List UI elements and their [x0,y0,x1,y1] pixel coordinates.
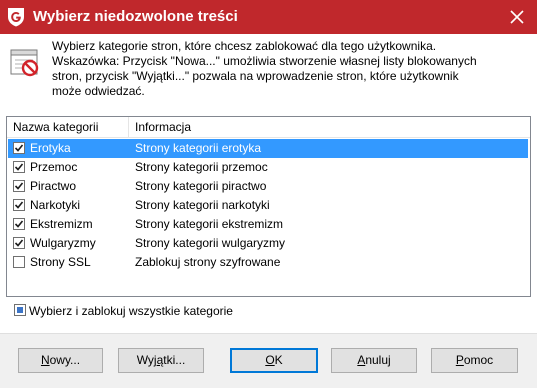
close-icon [510,10,524,24]
category-checkbox[interactable] [13,161,25,173]
ok-button-label: K [274,353,283,367]
new-button-label: owy... [49,353,81,367]
cancel-button-label: nuluj [365,353,391,367]
new-button[interactable]: Nowy... [18,348,103,373]
blocked-page-icon [10,47,40,77]
category-info: Strony kategorii ekstremizm [135,217,284,231]
category-checkbox[interactable] [13,180,25,192]
category-info: Strony kategorii erotyka [135,141,262,155]
select-all-box[interactable] [14,304,26,316]
category-checkbox[interactable] [13,256,25,268]
window-title: Wybierz niedozwolone treści [33,8,238,25]
info-line: Wskazówka: Przycisk "Nowa..." umożliwia … [52,54,477,68]
partial-check-indicator [17,307,23,313]
gdata-shield-icon [6,7,26,27]
help-button-mnemonic: P [455,353,464,367]
exceptions-button[interactable]: Wyjątki... [118,348,204,373]
category-name: Ekstremizm [30,217,93,231]
column-header-info[interactable]: Informacja [129,117,529,138]
category-name: Przemoc [30,160,78,174]
exceptions-button-label: tki... [163,353,186,367]
checkmark-icon [14,163,24,171]
ok-button[interactable]: OK [230,348,318,373]
cancel-button[interactable]: Anuluj [331,348,417,373]
category-info: Strony kategorii narkotyki [135,198,270,212]
category-name: Strony SSL [30,255,91,269]
list-item[interactable]: Erotyka Strony kategorii erotyka [8,139,528,158]
category-info: Zablokuj strony szyfrowane [135,255,281,269]
category-checkbox[interactable] [13,237,25,249]
column-header-name[interactable]: Nazwa kategorii [7,117,129,138]
checkmark-icon [14,144,24,152]
help-button-label: omoc [463,353,494,367]
category-name: Narkotyki [30,198,81,212]
list-item[interactable]: Strony SSL Zablokuj strony szyfrowane [8,253,528,272]
category-checkbox[interactable] [13,218,25,230]
list-header: Nazwa kategorii Informacja [7,117,530,138]
close-button[interactable] [497,0,537,34]
category-checkbox[interactable] [13,199,25,211]
exceptions-button-prefix: Wyj [136,353,157,367]
category-list[interactable]: Nazwa kategorii Informacja Erotyka Strony… [6,116,531,297]
list-item[interactable]: Ekstremizm Strony kategorii ekstremizm [8,215,528,234]
category-info: Strony kategorii przemoc [135,160,268,174]
category-info: Strony kategorii piractwo [135,179,267,193]
title-bar: Wybierz niedozwolone treści [0,0,537,34]
checkmark-icon [14,201,24,209]
list-item[interactable]: Wulgaryzmy Strony kategorii wulgaryzmy [8,234,528,253]
info-line: stron, przycisk "Wyjątki..." pozwala na … [52,69,459,83]
ok-button-mnemonic: O [265,353,275,367]
category-name: Erotyka [30,141,71,155]
info-line: może odwiedzać. [52,84,145,98]
category-checkbox[interactable] [13,142,25,154]
checkmark-icon [14,182,24,190]
dialog-window: Wybierz niedozwolone treści Wybierz kate… [0,0,537,388]
category-info: Strony kategorii wulgaryzmy [135,236,286,250]
info-text: Wybierz kategorie stron, które chcesz za… [52,39,512,99]
help-button[interactable]: Pomoc [431,348,518,373]
category-name: Wulgaryzmy [30,236,96,250]
list-item[interactable]: Piractwo Strony kategorii piractwo [8,177,528,196]
list-item[interactable]: Narkotyki Strony kategorii narkotyki [8,196,528,215]
category-name: Piractwo [30,179,77,193]
info-line: Wybierz kategorie stron, które chcesz za… [52,39,437,53]
button-bar: Nowy... Wyjątki... OK Anuluj Pomoc [0,333,537,388]
select-all-label: Wybierz i zablokuj wszystkie kategorie [29,304,233,318]
checkmark-icon [14,220,24,228]
new-button-mnemonic: N [40,353,50,367]
info-panel: Wybierz kategorie stron, które chcesz za… [0,34,537,104]
list-item[interactable]: Przemoc Strony kategorii przemoc [8,158,528,177]
checkmark-icon [14,239,24,247]
